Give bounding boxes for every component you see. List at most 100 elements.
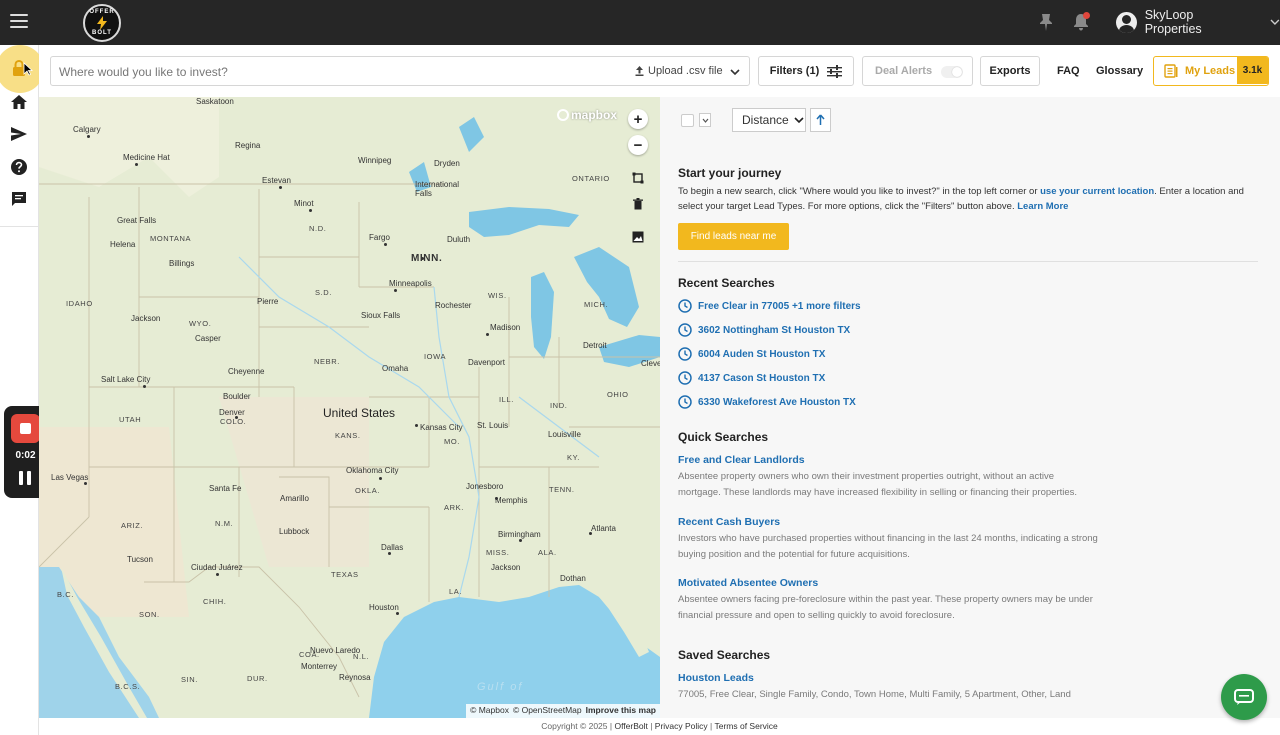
map-city-dot <box>135 163 138 166</box>
improve-map-link[interactable]: Improve this map <box>586 705 656 717</box>
map-city-dot <box>84 482 87 485</box>
deal-alerts-label: Deal Alerts <box>875 65 933 77</box>
sort-direction-button[interactable] <box>810 108 831 132</box>
recent-search-item[interactable]: 4137 Cason St Houston TX <box>678 370 825 386</box>
map-city-label: International Falls <box>415 180 460 198</box>
copyright-text: Copyright © 2025 | <box>541 721 615 731</box>
glossary-link[interactable]: Glossary <box>1096 65 1143 77</box>
pin-icon[interactable] <box>1039 13 1053 31</box>
quick-search-free-clear-landlords[interactable]: Free and Clear Landlords <box>678 454 805 466</box>
recent-search-item[interactable]: 6330 Wakeforest Ave Houston TX <box>678 394 856 410</box>
find-leads-button[interactable]: Find leads near me <box>678 223 789 250</box>
send-icon[interactable] <box>10 125 28 143</box>
map-city-dot <box>394 289 397 292</box>
saved-search-desc: 77005, Free Clear, Single Family, Condo,… <box>678 689 1071 700</box>
map-state-label: NEBR. <box>314 357 340 366</box>
help-icon[interactable] <box>10 158 28 176</box>
map-city-label: Dothan <box>560 574 586 583</box>
map-state-label: OKLA. <box>355 486 381 495</box>
pause-icon[interactable] <box>19 471 33 485</box>
recent-search-item[interactable]: Free Clear in 77005 +1 more filters <box>678 298 861 314</box>
exports-button[interactable]: Exports <box>980 56 1040 86</box>
map-state-label: B.C.S. <box>115 682 141 691</box>
upload-csv-button[interactable]: Upload .csv file <box>635 65 723 77</box>
map-city-dot <box>415 424 418 427</box>
filters-button[interactable]: Filters (1) <box>758 56 854 86</box>
draw-shape-icon[interactable] <box>628 168 648 188</box>
map-state-label: SIN. <box>181 675 198 684</box>
map-state-label: LA. <box>449 587 463 596</box>
zoom-out-button[interactable]: − <box>628 135 648 155</box>
map-city-label: Oklahoma City <box>346 466 399 475</box>
record-stop-button[interactable] <box>11 414 40 443</box>
map-city-label: Madison <box>490 323 521 332</box>
my-leads-button[interactable]: My Leads 3.1k <box>1153 56 1269 86</box>
map-state-label: ONTARIO <box>572 174 610 183</box>
map-city-dot <box>279 186 282 189</box>
map-state-label: TEXAS <box>331 570 359 579</box>
chevron-down-icon <box>1270 19 1280 25</box>
quick-search-recent-cash-buyers[interactable]: Recent Cash Buyers <box>678 516 780 528</box>
logo-text-bottom: BOLT <box>92 30 112 36</box>
account-menu[interactable]: SkyLoop Properties <box>1116 8 1280 36</box>
clock-icon <box>678 371 692 385</box>
zoom-in-button[interactable]: + <box>628 109 648 129</box>
map-city-dot <box>396 612 399 615</box>
learn-more-link[interactable]: Learn More <box>1017 201 1068 212</box>
map-state-label: DUR. <box>247 674 268 683</box>
map-city-label: Dallas <box>381 543 404 552</box>
map-city-dot <box>388 552 391 555</box>
deal-alerts-button[interactable]: Deal Alerts <box>862 56 973 86</box>
map-city-label: Cheyenne <box>228 367 265 376</box>
privacy-policy-link[interactable]: Privacy Policy <box>655 721 708 731</box>
select-all-checkbox[interactable] <box>681 113 694 127</box>
recent-search-item[interactable]: 6004 Auden St Houston TX <box>678 346 825 362</box>
menu-icon[interactable] <box>10 14 28 30</box>
map-city-label: Louisville <box>548 430 581 439</box>
terms-link[interactable]: Terms of Service <box>714 721 777 731</box>
attribution-osm[interactable]: © OpenStreetMap <box>513 705 582 717</box>
map-style-icon[interactable] <box>628 227 648 247</box>
map-city-label: Omaha <box>382 364 409 373</box>
stop-icon <box>20 423 31 434</box>
home-icon[interactable] <box>10 93 28 111</box>
deal-alerts-toggle[interactable] <box>941 66 963 78</box>
quick-search-desc: Absentee property owners who own their i… <box>678 471 1078 498</box>
recent-search-item[interactable]: 3602 Nottingham St Houston TX <box>678 322 850 338</box>
saved-search-houston-leads[interactable]: Houston Leads <box>678 672 754 684</box>
map-city-label: Denver <box>219 408 245 417</box>
footer-brand-link[interactable]: OfferBolt <box>614 721 647 731</box>
map-city-label: Lubbock <box>279 527 310 536</box>
map-view[interactable]: mapbox + − United States Gulf of MONTANA… <box>39 97 660 718</box>
results-panel: Distance Start your journey To begin a n… <box>660 97 1280 718</box>
map-state-label: ALA. <box>538 548 557 557</box>
chat-bubble-icon <box>1234 689 1254 705</box>
attribution-mapbox[interactable]: © Mapbox <box>470 705 509 717</box>
chat-widget-button[interactable] <box>1221 674 1267 720</box>
map-state-label: ILL. <box>499 395 514 404</box>
map-city-label: Las Vegas <box>51 473 89 482</box>
map-city-label: Dryden <box>434 159 460 168</box>
map-state-label: IND. <box>550 401 568 410</box>
map-state-label: N.M. <box>215 519 234 528</box>
chevron-down-icon[interactable] <box>729 66 741 78</box>
select-options-button[interactable] <box>699 113 711 127</box>
map-state-label: CHIH. <box>203 597 227 606</box>
map-state-label: ARIZ. <box>121 521 144 530</box>
search-toolbar: Upload .csv file Filters (1) Deal Alerts… <box>39 45 1280 97</box>
my-leads-label: My Leads <box>1185 65 1236 77</box>
start-journey-title: Start your journey <box>678 166 782 180</box>
map-state-label: MONTANA <box>150 234 192 243</box>
upload-label: Upload .csv file <box>648 65 723 77</box>
use-current-location-link[interactable]: use your current location <box>1040 186 1154 197</box>
map-state-label: MINN. <box>411 253 443 264</box>
trash-icon[interactable] <box>628 194 648 214</box>
sort-select[interactable]: Distance <box>732 108 806 132</box>
faq-link[interactable]: FAQ <box>1057 65 1080 77</box>
offerbolt-logo[interactable]: OFFER BOLT <box>83 4 121 42</box>
chat-icon[interactable] <box>10 190 28 208</box>
search-input[interactable] <box>59 61 619 82</box>
quick-search-desc: Investors who have purchased properties … <box>678 533 1098 560</box>
quick-search-motivated-absentee-owners[interactable]: Motivated Absentee Owners <box>678 577 818 589</box>
map-state-label: MISS. <box>486 548 510 557</box>
